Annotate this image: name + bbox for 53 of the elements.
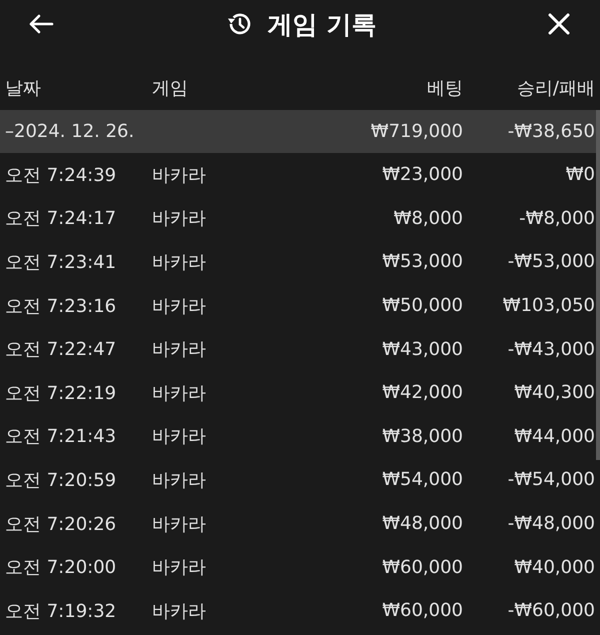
- table-cell-text: ₩60,000: [381, 556, 463, 578]
- table-cell-text: ₩50,000: [381, 295, 463, 316]
- table-cell-text: -₩8,000: [518, 208, 595, 229]
- table-cell-text: ₩40,000: [513, 556, 595, 578]
- table-cell-text: ₩43,000: [381, 338, 463, 360]
- table-cell-text: ₩0: [564, 164, 595, 186]
- table-cell-text: 바카라: [152, 164, 207, 187]
- table-cell-text: 오전 7:22:47: [5, 338, 118, 362]
- back-arrow-icon[interactable]: [28, 13, 54, 35]
- table-cell-text: ₩103,050: [502, 295, 595, 316]
- scrollbar[interactable]: [596, 110, 600, 460]
- table-cell-text: 바카라: [152, 556, 207, 580]
- table-cell-text: -₩54,000: [506, 469, 595, 490]
- table-cell-text: ₩8,000: [392, 208, 463, 229]
- table-cell-text: 바카라: [152, 600, 207, 623]
- table-cell-text: ₩54,000: [381, 469, 463, 490]
- close-icon[interactable]: [548, 13, 570, 35]
- table-cell-text: 오전 7:24:39: [5, 164, 118, 187]
- column-header: 날짜: [5, 77, 42, 100]
- table-cell-text: ₩44,000: [513, 426, 595, 447]
- table-cell-text: ₩23,000: [381, 164, 463, 186]
- table-cell-text: 바카라: [152, 468, 207, 492]
- table-cell-text: ₩60,000: [381, 600, 463, 622]
- table-cell-text: ₩38,000: [381, 426, 463, 447]
- table-cell-text: 바카라: [152, 294, 207, 318]
- column-header: 승리/패배: [516, 77, 595, 100]
- table-cell-text: 오전 7:22:19: [5, 382, 118, 405]
- table-cell-text: ₩48,000: [381, 513, 463, 534]
- table-cell-text: -₩43,000: [506, 338, 595, 360]
- table-cell-text: 오전 7:19:32: [5, 600, 118, 623]
- column-header: 게임: [152, 77, 189, 100]
- table-cell-text: ₩53,000: [381, 251, 463, 272]
- table-cell-text: -₩48,000: [506, 513, 595, 534]
- table-cell-text: -₩60,000: [506, 600, 595, 622]
- table-cell-text: ₩42,000: [381, 382, 463, 404]
- table-cell-text: 오전 7:20:00: [5, 556, 118, 580]
- window-title: 게임 기록: [268, 8, 376, 40]
- table-cell-text: 오전 7:20:26: [5, 512, 118, 536]
- column-header: 베팅: [426, 77, 463, 100]
- table-cell-text: 바카라: [152, 207, 207, 230]
- table-cell-text: 바카라: [152, 382, 207, 405]
- table-cell-text: 오전 7:23:16: [5, 294, 118, 318]
- table-cell-text: 오전 7:24:17: [5, 207, 118, 230]
- table-cell-text: 오전 7:23:41: [5, 250, 118, 274]
- table-cell-text: ₩40,300: [513, 382, 595, 404]
- table-cell-text: 바카라: [152, 512, 207, 536]
- history-icon: [226, 11, 252, 37]
- table-cell-text: 바카라: [152, 250, 207, 274]
- table-cell-text: 오전 7:21:43: [5, 425, 118, 448]
- table-cell-text: -₩53,000: [506, 251, 595, 272]
- table-cell-text: 오전 7:20:59: [5, 468, 118, 492]
- table-cell-text: 바카라: [152, 338, 207, 362]
- table-cell-text: 바카라: [152, 425, 207, 448]
